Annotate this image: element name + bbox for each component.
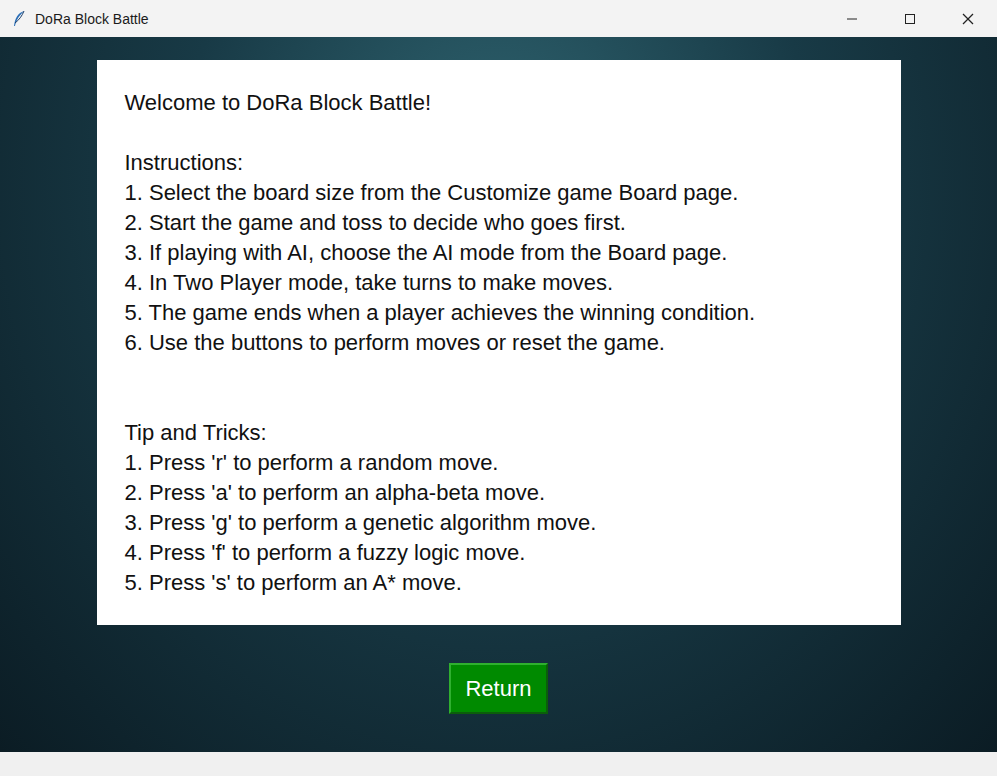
maximize-button[interactable] — [881, 0, 939, 37]
instruction-item: 1. Select the board size from the Custom… — [125, 178, 881, 208]
minimize-button[interactable] — [823, 0, 881, 37]
return-button[interactable]: Return — [449, 663, 548, 714]
welcome-text: Welcome to DoRa Block Battle! — [125, 88, 881, 118]
instruction-item: 5. The game ends when a player achieves … — [125, 298, 881, 328]
tip-item: 1. Press 'r' to perform a random move. — [125, 448, 881, 478]
tip-item: 2. Press 'a' to perform an alpha-beta mo… — [125, 478, 881, 508]
feather-icon — [12, 10, 26, 28]
tips-heading: Tip and Tricks: — [125, 418, 881, 448]
window-title: DoRa Block Battle — [35, 11, 823, 27]
instruction-item: 3. If playing with AI, choose the AI mod… — [125, 238, 881, 268]
instruction-item: 2. Start the game and toss to decide who… — [125, 208, 881, 238]
background-image: Welcome to DoRa Block Battle! Instruction… — [0, 37, 997, 752]
instruction-item: 6. Use the buttons to perform moves or r… — [125, 328, 881, 358]
tip-item: 4. Press 'f' to perform a fuzzy logic mo… — [125, 538, 881, 568]
instruction-item: 4. In Two Player mode, take turns to mak… — [125, 268, 881, 298]
app-window: DoRa Block Battle Welcome to DoRa Block B… — [0, 0, 997, 776]
title-bar: DoRa Block Battle — [0, 0, 997, 37]
instructions-panel: Welcome to DoRa Block Battle! Instruction… — [97, 60, 901, 625]
instructions-heading: Instructions: — [125, 148, 881, 178]
maximize-icon — [904, 13, 916, 25]
tip-item: 5. Press 's' to perform an A* move. — [125, 568, 881, 598]
window-controls — [823, 0, 997, 37]
close-button[interactable] — [939, 0, 997, 37]
bottom-strip — [0, 752, 997, 776]
close-icon — [962, 13, 974, 25]
minimize-icon — [846, 13, 858, 25]
tip-item: 3. Press 'g' to perform a genetic algori… — [125, 508, 881, 538]
app-icon-box — [0, 10, 35, 28]
